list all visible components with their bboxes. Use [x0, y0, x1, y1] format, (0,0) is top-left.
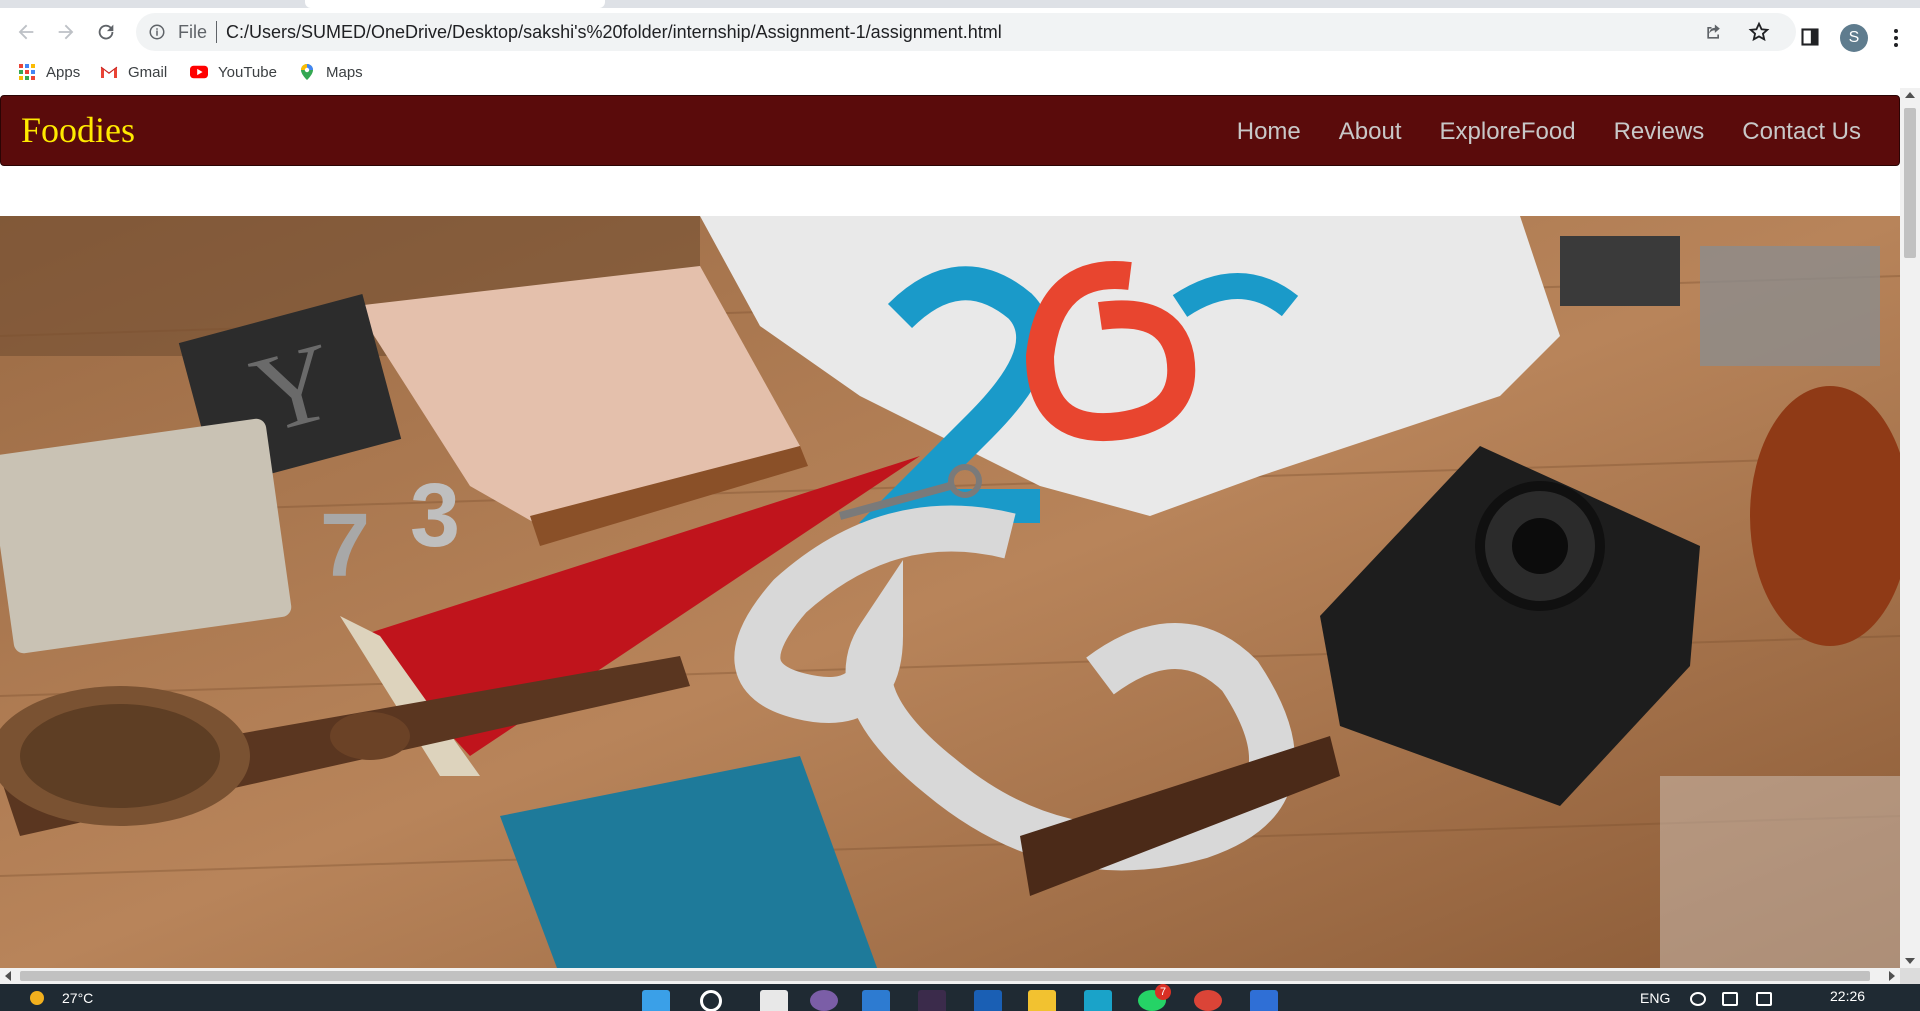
- profile-avatar[interactable]: S: [1840, 24, 1868, 52]
- weather-sun-icon: [30, 991, 44, 1005]
- scroll-down-arrow-icon[interactable]: [1905, 958, 1915, 964]
- scheme-label: File: [178, 22, 208, 42]
- horizontal-scrollbar[interactable]: [0, 968, 1900, 984]
- kebab-menu-icon[interactable]: [1884, 26, 1908, 50]
- mail-icon[interactable]: [1084, 990, 1112, 1011]
- nav-links: Home About ExploreFood Reviews Contact U…: [1237, 118, 1861, 146]
- whatsapp-badge: 7: [1155, 984, 1171, 1000]
- reload-icon: [98, 24, 114, 40]
- bookmark-label: Gmail: [128, 63, 168, 81]
- temperature: 27°C: [62, 990, 94, 1006]
- store-icon[interactable]: [862, 990, 890, 1011]
- input-language[interactable]: ENG: [1640, 990, 1670, 1006]
- page-viewport: Foodies Home About ExploreFood Reviews C…: [0, 88, 1900, 968]
- vscode-icon[interactable]: [974, 990, 1002, 1011]
- brand-logo[interactable]: Foodies: [21, 110, 135, 150]
- start-menu-icon[interactable]: [642, 990, 670, 1011]
- search-icon[interactable]: [700, 990, 722, 1011]
- hero-photo: Y 7 3: [0, 216, 1900, 968]
- nav-reviews[interactable]: Reviews: [1614, 118, 1705, 146]
- windows-taskbar: 27°C 7 ENG 22:26: [0, 984, 1920, 1011]
- scrollbar-corner: [1900, 968, 1920, 984]
- apps-grid-icon: [19, 64, 35, 80]
- svg-text:3: 3: [410, 466, 460, 566]
- arrow-right-icon: [58, 24, 74, 40]
- visual-studio-icon[interactable]: [918, 990, 946, 1011]
- chrome-icon[interactable]: [1194, 990, 1222, 1011]
- battery-icon[interactable]: [1756, 992, 1772, 1006]
- reload-button[interactable]: [88, 14, 124, 50]
- nav-home[interactable]: Home: [1237, 118, 1301, 146]
- forward-button[interactable]: [48, 14, 84, 50]
- scroll-thumb[interactable]: [1904, 108, 1916, 258]
- nav-contact-us[interactable]: Contact Us: [1742, 118, 1861, 146]
- back-button[interactable]: [8, 14, 44, 50]
- bookmark-label: Maps: [326, 63, 363, 81]
- weather-widget[interactable]: 27°C: [30, 990, 93, 1006]
- nav-about[interactable]: About: [1339, 118, 1402, 146]
- bookmark-star-icon[interactable]: [1748, 21, 1770, 43]
- browser-toolbar: File C:/Users/SUMED/OneDrive/Desktop/sak…: [0, 8, 1920, 56]
- hero-image: Y 7 3: [0, 216, 1900, 968]
- share-icon[interactable]: [1704, 22, 1724, 42]
- clock[interactable]: 22:26: [1830, 988, 1865, 1004]
- address-divider: [216, 21, 217, 43]
- gmail-icon: [100, 66, 118, 78]
- bookmark-label: Apps: [46, 63, 81, 81]
- scroll-left-arrow-icon[interactable]: [5, 971, 11, 981]
- speaker-icon[interactable]: [1722, 992, 1738, 1006]
- bookmark-apps[interactable]: Apps: [18, 62, 80, 82]
- bookmark-label: YouTube: [218, 63, 277, 81]
- scroll-up-arrow-icon[interactable]: [1905, 92, 1915, 98]
- info-icon[interactable]: [148, 23, 166, 41]
- outlook-icon[interactable]: [1250, 990, 1278, 1011]
- scroll-thumb-horizontal[interactable]: [20, 971, 1870, 981]
- avatar-initial: S: [1848, 29, 1860, 46]
- bookmark-gmail[interactable]: Gmail: [100, 62, 167, 82]
- file-explorer-icon[interactable]: [1028, 990, 1056, 1011]
- bookmark-maps[interactable]: Maps: [298, 62, 363, 82]
- maps-pin-icon: [301, 64, 313, 80]
- side-panel-icon[interactable]: [1800, 27, 1820, 47]
- bookmarks-bar: Apps Gmail YouTube Maps: [0, 56, 1920, 88]
- wifi-icon[interactable]: [1690, 992, 1706, 1006]
- svg-text:7: 7: [320, 496, 370, 596]
- address-bar[interactable]: File C:/Users/SUMED/OneDrive/Desktop/sak…: [136, 13, 1796, 51]
- arrow-left-icon: [18, 24, 34, 40]
- youtube-icon: [190, 65, 208, 79]
- tab-strip: [0, 0, 1920, 8]
- site-navbar: Foodies Home About ExploreFood Reviews C…: [0, 95, 1900, 166]
- url-text[interactable]: C:/Users/SUMED/OneDrive/Desktop/sakshi's…: [226, 23, 1002, 41]
- bookmark-youtube[interactable]: YouTube: [190, 62, 277, 82]
- nav-explorefood[interactable]: ExploreFood: [1440, 118, 1576, 146]
- active-tab[interactable]: [305, 0, 605, 8]
- scroll-right-arrow-icon[interactable]: [1889, 971, 1895, 981]
- vertical-scrollbar[interactable]: [1900, 88, 1920, 968]
- task-view-icon[interactable]: [760, 990, 788, 1011]
- chat-icon[interactable]: [810, 990, 838, 1011]
